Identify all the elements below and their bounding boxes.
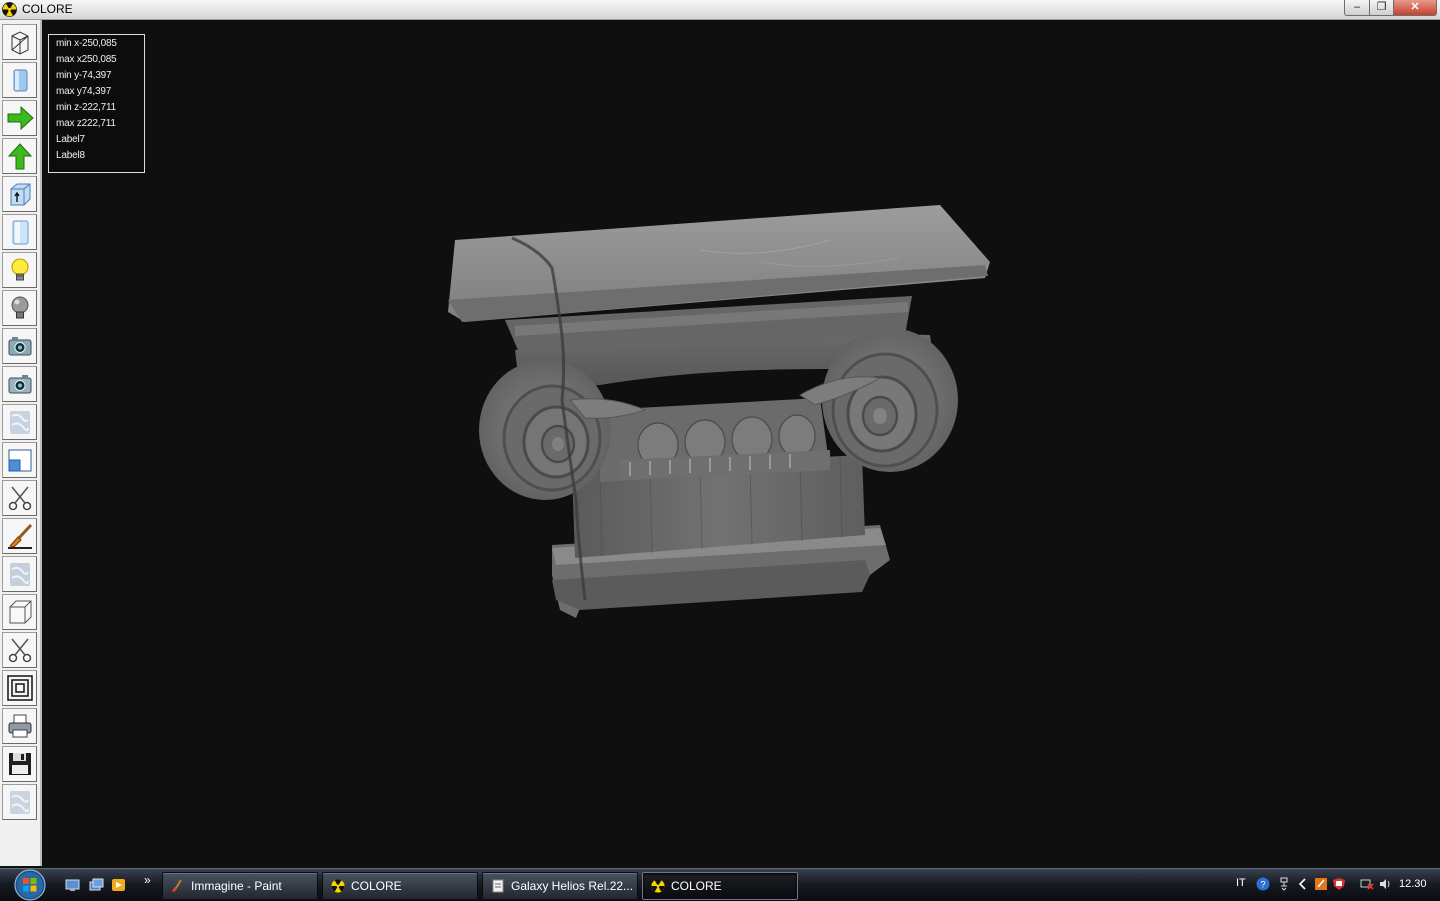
arrow-right-green-icon [7, 105, 34, 131]
tool-light-off-button[interactable] [2, 290, 37, 326]
light-bulb-off-icon [11, 296, 28, 319]
light-bulb-on-icon [11, 258, 28, 281]
tool-texture-disabled-button[interactable] [2, 784, 37, 820]
media-player-icon[interactable] [111, 878, 126, 892]
network-disconnected-icon[interactable] [1360, 877, 1374, 891]
radiation-icon [2, 2, 17, 17]
tool-light-on-button[interactable] [2, 252, 37, 288]
show-desktop-icon[interactable] [65, 878, 80, 892]
security-alert-icon[interactable] [1314, 877, 1328, 891]
task-label: COLORE [671, 879, 722, 893]
texture-icon [9, 411, 30, 434]
window-title: COLORE [22, 2, 73, 16]
texture-disabled-icon [9, 791, 30, 814]
model-bounds-panel: min x-250,085 max x250,085 min y-74,397 … [48, 34, 145, 173]
tool-wireframe-button[interactable] [2, 24, 37, 60]
tool-print-button[interactable] [2, 708, 37, 744]
label7: Label7 [56, 134, 85, 145]
concentric-squares-icon [6, 675, 33, 701]
radiation-icon [651, 879, 665, 893]
min-x-label: min x-250,085 [56, 38, 117, 49]
camera-icon [8, 337, 31, 356]
tool-texture-button[interactable] [2, 404, 37, 440]
tool-camera-alt-button[interactable] [2, 366, 37, 402]
tool-palette [0, 20, 42, 866]
max-y-label: max y74,397 [56, 86, 112, 97]
max-x-label: max x250,085 [56, 54, 117, 65]
quick-launch-more-button[interactable]: » [144, 873, 151, 887]
max-z-label: max z222,711 [56, 118, 116, 129]
task-label: COLORE [351, 879, 402, 893]
texture-alt-icon [9, 563, 30, 586]
cube-icon [9, 600, 31, 624]
tool-texture-alt-button[interactable] [2, 556, 37, 592]
start-button[interactable] [6, 869, 48, 901]
paint-icon [172, 879, 182, 892]
arrow-up-green-icon [7, 143, 32, 170]
chevron-left-icon[interactable] [1296, 877, 1310, 891]
tool-camera-button[interactable] [2, 328, 37, 364]
paint-brush-icon [7, 523, 32, 549]
minimize-button[interactable]: – [1344, 0, 1370, 16]
maximize-button[interactable]: ❐ [1369, 0, 1394, 16]
clock[interactable]: 12.30 [1399, 878, 1427, 890]
shield-icon[interactable] [1332, 877, 1346, 891]
tool-extrude-button[interactable] [2, 176, 37, 212]
tool-cube-button[interactable] [2, 594, 37, 630]
document-icon [492, 879, 504, 893]
taskbar: » Immagine - Paint COLORE Galaxy Helios … [0, 868, 1440, 901]
switch-windows-icon[interactable] [89, 878, 104, 892]
title-bar: COLORE – ❐ ✕ [0, 0, 1440, 20]
label8: Label8 [56, 150, 85, 161]
svg-text:?: ? [1260, 880, 1265, 890]
tool-frame-button[interactable] [2, 670, 37, 706]
wireframe-box-icon [11, 31, 28, 55]
tool-cut-button[interactable] [2, 480, 37, 516]
scissors-alt-icon [8, 638, 31, 663]
tool-solid-button[interactable] [2, 62, 37, 98]
volume-icon[interactable] [1378, 877, 1392, 891]
task-colore-1[interactable]: COLORE [322, 872, 478, 900]
tool-save-button[interactable] [2, 746, 37, 782]
window-frame-icon [8, 449, 31, 472]
floppy-disk-icon [8, 753, 31, 775]
tool-window-button[interactable] [2, 442, 37, 478]
task-label: Immagine - Paint [191, 879, 282, 893]
system-tray: IT ? 12.30 [1228, 869, 1440, 901]
solid-block-icon [13, 69, 27, 92]
language-indicator[interactable]: IT [1236, 877, 1246, 889]
min-z-label: min z-222,711 [56, 102, 117, 113]
radiation-icon [331, 879, 345, 893]
min-y-label: min y-74,397 [56, 70, 112, 81]
task-colore-active[interactable]: COLORE [642, 872, 798, 900]
network-status-icon[interactable] [1278, 877, 1292, 891]
help-icon[interactable]: ? [1256, 877, 1270, 891]
task-galaxy-helios[interactable]: Galaxy Helios Rel.22... [482, 872, 638, 900]
scissors-icon [8, 486, 31, 511]
cylinder-block-icon [12, 220, 28, 245]
tool-move-right-button[interactable] [2, 100, 37, 136]
tool-paint-button[interactable] [2, 518, 37, 554]
tool-cylinder-button[interactable] [2, 214, 37, 250]
printer-icon [8, 714, 31, 738]
tool-cut-alt-button[interactable] [2, 632, 37, 668]
camera-alt-icon [8, 375, 31, 394]
task-label: Galaxy Helios Rel.22... [511, 879, 634, 893]
ionic-capital-model[interactable] [430, 195, 1010, 635]
tool-move-up-button[interactable] [2, 138, 37, 174]
close-button[interactable]: ✕ [1393, 0, 1437, 16]
extrude-up-icon [10, 183, 30, 206]
task-immagine-paint[interactable]: Immagine - Paint [162, 872, 318, 900]
